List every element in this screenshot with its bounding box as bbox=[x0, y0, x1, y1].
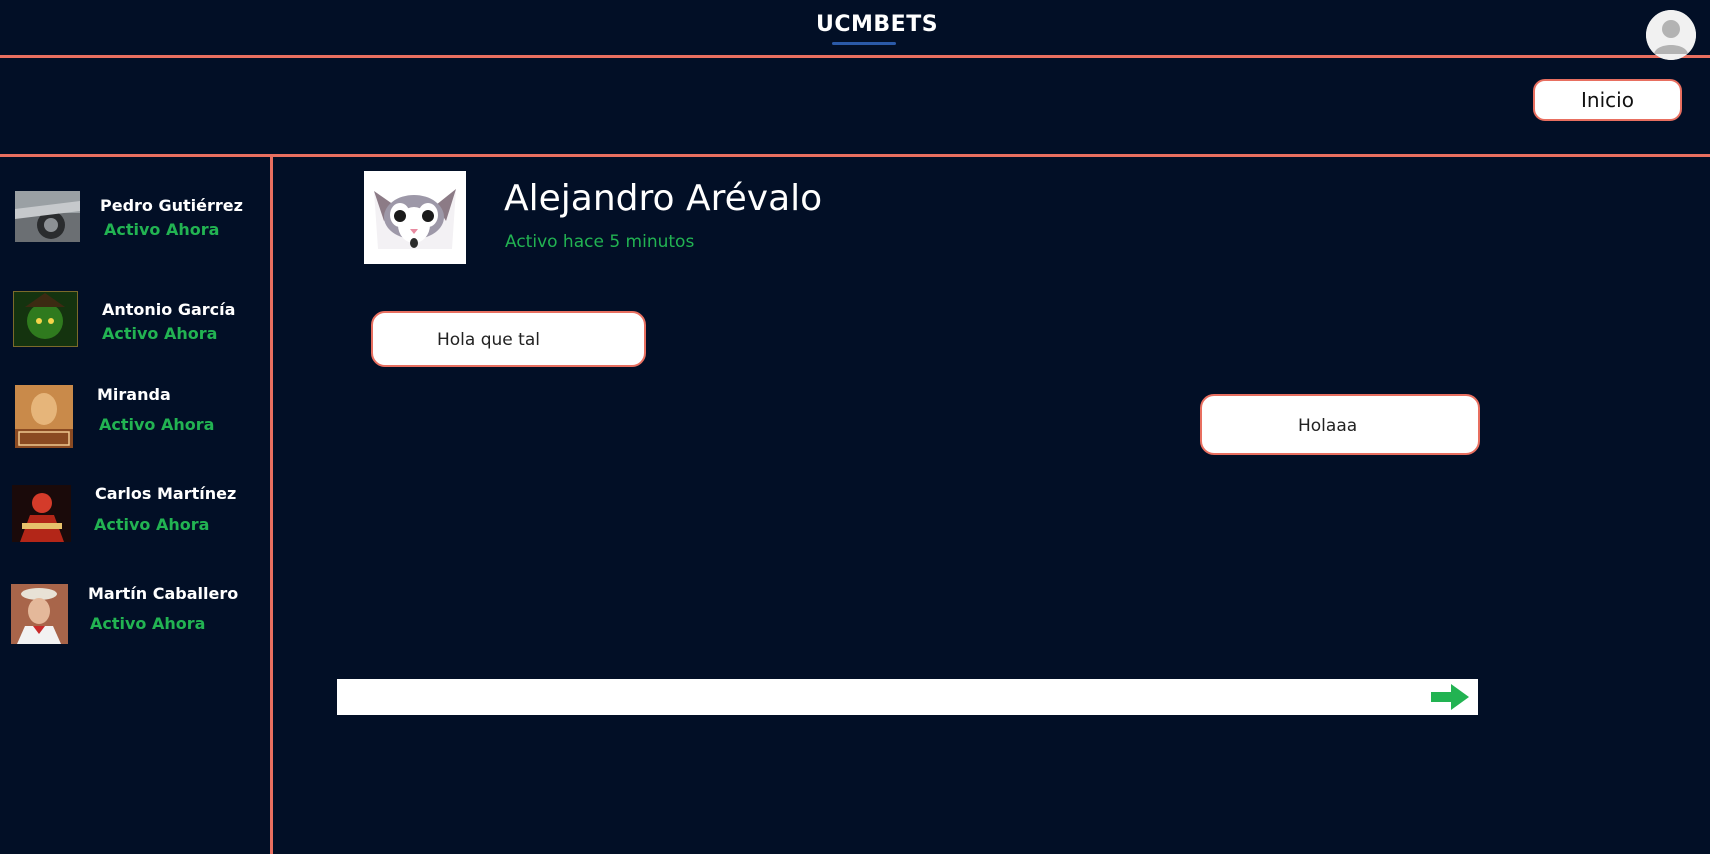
contact-item[interactable]: Martín Caballero Activo Ahora bbox=[0, 584, 270, 654]
contact-status: Activo Ahora bbox=[104, 220, 220, 239]
contact-name: Pedro Gutiérrez bbox=[100, 196, 243, 215]
contact-name: Martín Caballero bbox=[88, 584, 239, 603]
chat-page: UCMBETS Inicio Pedro Gutiérrez Activo Ah… bbox=[0, 0, 1710, 854]
top-bar: UCMBETS bbox=[0, 0, 1710, 60]
message-composer bbox=[337, 679, 1478, 715]
chat-contact-avatar bbox=[364, 171, 466, 264]
user-icon[interactable] bbox=[1646, 10, 1696, 60]
inicio-button[interactable]: Inicio bbox=[1533, 79, 1682, 121]
contact-name: Antonio García bbox=[102, 300, 236, 319]
contact-status: Activo Ahora bbox=[102, 324, 218, 343]
contact-avatar bbox=[13, 291, 78, 347]
arrow-right-icon[interactable] bbox=[1429, 683, 1471, 711]
contact-status: Activo Ahora bbox=[90, 614, 206, 633]
contact-item[interactable]: Carlos Martínez Activo Ahora bbox=[0, 484, 270, 554]
logo-underline bbox=[832, 42, 896, 45]
message-sent: Holaaa bbox=[1200, 394, 1480, 455]
contact-item[interactable]: Miranda Activo Ahora bbox=[0, 385, 270, 455]
sub-header bbox=[0, 58, 1710, 157]
contact-status: Activo Ahora bbox=[99, 415, 215, 434]
contacts-sidebar: Pedro Gutiérrez Activo Ahora Antonio Gar… bbox=[0, 157, 273, 854]
contact-item[interactable]: Pedro Gutiérrez Activo Ahora bbox=[0, 187, 270, 257]
contact-status: Activo Ahora bbox=[94, 515, 210, 534]
contact-avatar bbox=[15, 385, 73, 448]
message-received: Hola que tal bbox=[371, 311, 646, 367]
contact-name: Miranda bbox=[97, 385, 171, 404]
app-logo[interactable]: UCMBETS bbox=[816, 12, 938, 37]
message-text: Holaaa bbox=[1298, 416, 1358, 436]
contact-name: Carlos Martínez bbox=[95, 484, 237, 503]
contact-item[interactable]: Antonio García Activo Ahora bbox=[0, 289, 270, 359]
chat-contact-name: Alejandro Arévalo bbox=[504, 178, 823, 219]
message-text: Hola que tal bbox=[437, 330, 540, 350]
contact-avatar bbox=[15, 191, 80, 242]
contact-avatar bbox=[11, 584, 68, 644]
message-input[interactable] bbox=[337, 679, 1417, 715]
chat-contact-status: Activo hace 5 minutos bbox=[505, 232, 695, 252]
contact-avatar bbox=[12, 485, 71, 542]
